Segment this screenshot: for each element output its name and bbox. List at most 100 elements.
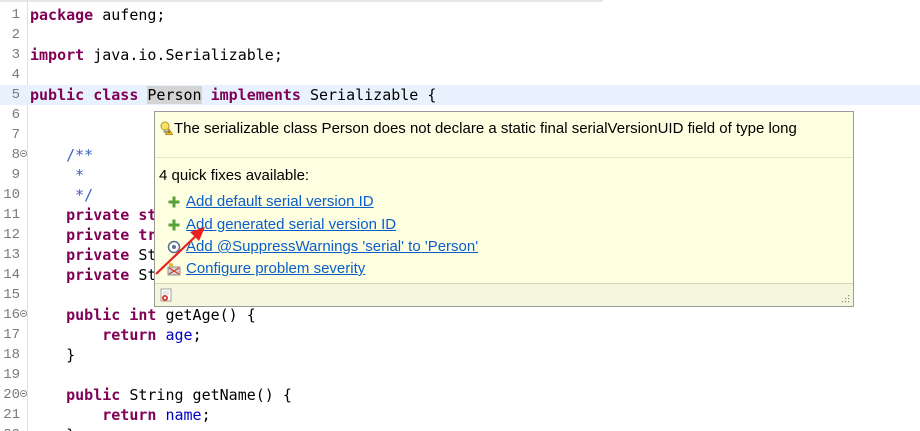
popup-footer — [155, 283, 853, 306]
code-line[interactable]: 3 import java.io.Serializable; — [0, 45, 920, 65]
line-number: 13 — [3, 247, 20, 263]
fold-toggle-icon[interactable] — [20, 150, 27, 157]
code-token: private — [66, 266, 130, 284]
code-token: java.io.Serializable; — [84, 46, 283, 64]
preferences-icon[interactable] — [160, 288, 174, 302]
fix-add-suppress-warnings[interactable]: Add @SuppressWarnings 'serial' to 'Perso… — [167, 237, 567, 257]
code-token: public class — [30, 86, 139, 104]
line-number: 3 — [11, 47, 20, 63]
code-token: package — [30, 6, 94, 24]
fix-add-generated-serial-id[interactable]: Add generated serial version ID — [167, 215, 567, 235]
code-token: return — [102, 406, 157, 424]
code-line[interactable]: 18 } — [0, 345, 920, 365]
code-line[interactable]: 20 public String getName() { — [0, 385, 920, 405]
code-line[interactable]: 19 — [0, 365, 920, 385]
line-number: 10 — [3, 187, 20, 203]
code-token: ; — [201, 406, 211, 424]
code-text: } — [30, 425, 75, 431]
quick-fix-popup: The serializable class Person does not d… — [154, 111, 854, 307]
line-number: 16 — [3, 307, 20, 323]
problem-message: The serializable class Person does not d… — [174, 120, 797, 137]
line-number: 18 — [3, 347, 20, 363]
fix-link[interactable]: Configure problem severity — [186, 259, 365, 279]
line-number: 1 — [11, 7, 20, 23]
fix-link[interactable]: Add generated serial version ID — [186, 215, 396, 235]
fold-toggle-icon[interactable] — [20, 390, 27, 397]
code-text: public int getAge() { — [30, 305, 256, 325]
code-text: return name; — [30, 405, 211, 425]
fix-link[interactable]: Add default serial version ID — [186, 192, 374, 212]
configure-icon — [167, 263, 181, 276]
code-token: private — [66, 206, 130, 224]
line-number: 14 — [3, 267, 20, 283]
line-number: 4 — [11, 67, 20, 83]
line-number: 19 — [3, 367, 20, 383]
fold-toggle-icon[interactable] — [20, 310, 27, 317]
code-text: package aufeng; — [30, 5, 165, 25]
code-line[interactable]: 16 public int getAge() { — [0, 305, 920, 325]
line-number: 17 — [3, 327, 20, 343]
resize-grip-icon[interactable] — [840, 293, 850, 303]
code-token: getAge() { — [156, 306, 256, 324]
code-line[interactable]: 5 public class Person implements Serializ… — [0, 85, 920, 105]
code-text: return age; — [30, 325, 201, 345]
code-text: /** — [30, 145, 93, 165]
line-number: 2 — [11, 27, 20, 43]
line-number: 9 — [11, 167, 20, 183]
code-line[interactable]: 1 package aufeng; — [0, 5, 920, 25]
fix-link[interactable]: Add @SuppressWarnings 'serial' to 'Perso… — [186, 237, 478, 257]
code-token: /** — [30, 146, 94, 164]
code-token: Person — [147, 86, 202, 104]
line-number: 12 — [3, 227, 20, 243]
code-line[interactable]: 4 — [0, 65, 920, 85]
line-number: 8 — [11, 147, 20, 163]
code-text: } — [30, 345, 75, 365]
line-number: 5 — [11, 87, 20, 103]
code-token: import — [30, 46, 85, 64]
code-line[interactable]: 17 return age; — [0, 325, 920, 345]
code-line[interactable]: 22 } — [0, 425, 920, 431]
code-token: St — [129, 246, 157, 264]
code-token: */ — [30, 186, 94, 204]
quick-fixes-title: 4 quick fixes available: — [159, 167, 310, 184]
add-icon — [168, 219, 180, 231]
fix-add-default-serial-id[interactable]: Add default serial version ID — [167, 192, 567, 212]
line-number: 15 — [3, 287, 20, 303]
code-line[interactable]: 21 return name; — [0, 405, 920, 425]
code-text: import java.io.Serializable; — [30, 45, 283, 65]
code-line[interactable]: 2 — [0, 25, 920, 45]
line-number: 11 — [3, 207, 20, 223]
editor-top-border — [0, 0, 603, 2]
code-token: String getName() { — [120, 386, 292, 404]
code-text: public String getName() { — [30, 385, 292, 405]
code-text: private St — [30, 265, 156, 285]
code-text: public class Person implements Serializa… — [30, 85, 436, 105]
code-token: St — [129, 266, 157, 284]
code-token: name — [165, 406, 202, 424]
code-token: private — [66, 246, 130, 264]
line-number: 21 — [3, 407, 20, 423]
code-token: } — [30, 346, 76, 364]
line-number: 6 — [11, 107, 20, 123]
code-token: Serializable { — [300, 86, 437, 104]
code-editor[interactable]: 1 package aufeng; 2 3 import java.io.Seriali… — [0, 0, 920, 431]
code-token: public int — [66, 306, 157, 324]
code-token: } — [30, 426, 75, 431]
code-token: return — [102, 326, 157, 344]
code-text: * — [30, 165, 84, 185]
add-icon — [168, 196, 180, 208]
lightbulb-warning-icon — [160, 121, 173, 135]
code-token: * — [30, 166, 85, 184]
line-number: 7 — [11, 127, 20, 143]
code-text: private St — [30, 245, 156, 265]
fix-configure-severity[interactable]: Configure problem severity — [167, 259, 567, 279]
code-token: aufeng; — [93, 6, 166, 24]
